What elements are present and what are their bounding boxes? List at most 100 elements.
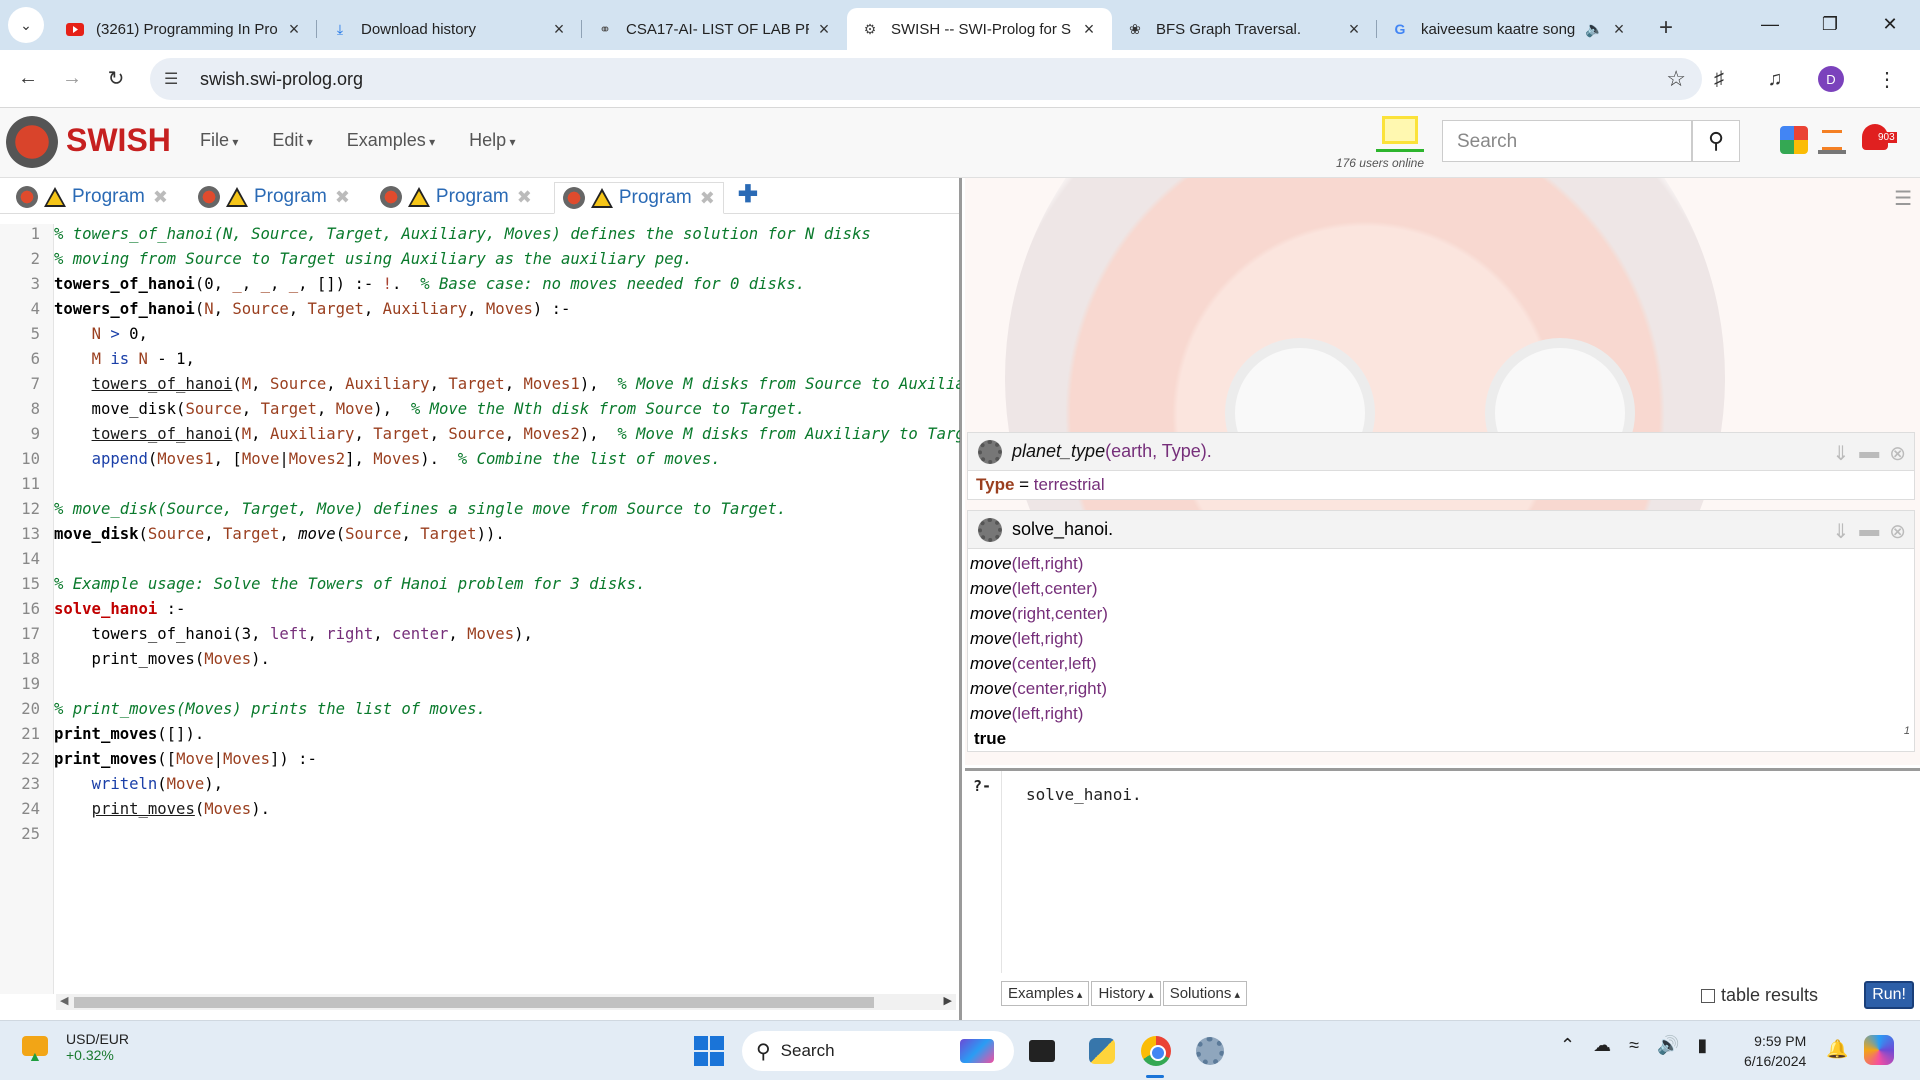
- settings-app-icon[interactable]: [1190, 1031, 1230, 1071]
- battery-icon[interactable]: ▮: [1697, 1035, 1707, 1056]
- reload-icon[interactable]: ↻: [94, 57, 138, 101]
- close-tab-icon[interactable]: ×: [1610, 19, 1628, 40]
- close-tab-icon[interactable]: ×: [1345, 19, 1363, 40]
- solutions-button[interactable]: Solutions: [1162, 981, 1247, 1006]
- minimize-icon[interactable]: —: [1740, 0, 1800, 48]
- notification-icon[interactable]: 🔔: [1826, 1039, 1848, 1060]
- tab-program[interactable]: Program ✖: [8, 181, 176, 213]
- browser-tab[interactable]: (3261) Programming In Pro ×: [52, 8, 317, 50]
- chevron-up-icon[interactable]: ⌃: [1560, 1035, 1575, 1056]
- taskbar-search[interactable]: ⚲ Search: [742, 1031, 1014, 1071]
- new-tab-button[interactable]: +: [1648, 10, 1684, 46]
- restore-icon[interactable]: ❐: [1800, 0, 1860, 48]
- search-icon: ⚲: [756, 1040, 771, 1063]
- hamburger-icon[interactable]: ☰: [1894, 186, 1912, 211]
- clock[interactable]: 9:59 PM 6/16/2024: [1744, 1031, 1806, 1071]
- menu-kebab-icon[interactable]: ⋮: [1866, 58, 1908, 100]
- menu-edit[interactable]: Edit: [272, 130, 312, 151]
- gear-icon[interactable]: [978, 517, 1002, 542]
- site-info-icon[interactable]: ☰: [164, 69, 186, 89]
- camera-app-icon[interactable]: [1022, 1031, 1062, 1071]
- answer-block: planet_type (earth, Type). ⇓ ▬ ⊗ Type = t…: [967, 432, 1915, 500]
- scroll-left-icon[interactable]: ◀: [60, 994, 68, 1007]
- swish-logo-text[interactable]: SWISH: [66, 122, 171, 159]
- horizontal-scrollbar[interactable]: ◀ ▶: [56, 994, 956, 1010]
- browser-tab-active[interactable]: ⚙ SWISH -- SWI-Prolog for S ×: [847, 8, 1112, 50]
- tab-search-button[interactable]: ⌄: [8, 7, 44, 43]
- browser-tab[interactable]: ⚭ CSA17-AI- LIST OF LAB PR ×: [582, 8, 847, 50]
- windows-start-icon[interactable]: [694, 1036, 724, 1066]
- notification-bell-icon[interactable]: 903: [1862, 124, 1902, 158]
- close-icon[interactable]: ⊗: [1889, 519, 1906, 544]
- onedrive-icon[interactable]: ☁: [1593, 1035, 1611, 1056]
- address-bar[interactable]: ☰ swish.swi-prolog.org ☆: [150, 58, 1702, 100]
- query-pane: ?- solve_hanoi. Examples History Solutio…: [965, 768, 1920, 1020]
- close-window-icon[interactable]: ✕: [1860, 0, 1920, 48]
- owl-icon: [379, 186, 402, 208]
- search-icon[interactable]: ⚲: [1692, 120, 1740, 162]
- examples-button[interactable]: Examples: [1001, 981, 1090, 1006]
- menu-examples[interactable]: Examples: [347, 130, 435, 151]
- menu-file[interactable]: File: [200, 130, 238, 151]
- swish-logo[interactable]: [6, 116, 58, 168]
- browser-tab[interactable]: G kaiveesum kaatre song 🔈 ×: [1377, 8, 1642, 50]
- gear-icon[interactable]: [978, 439, 1002, 464]
- bookmark-star-icon[interactable]: ☆: [1666, 66, 1686, 92]
- query-prompt: ?-: [973, 777, 992, 795]
- profile-avatar[interactable]: D: [1810, 58, 1852, 100]
- close-icon[interactable]: ✖: [517, 187, 532, 208]
- forward-icon[interactable]: →: [50, 57, 94, 101]
- scroll-right-icon[interactable]: ▶: [944, 994, 952, 1007]
- download-icon[interactable]: ⇓: [1832, 441, 1849, 466]
- download-icon[interactable]: ⇓: [1832, 519, 1849, 544]
- minimize-icon[interactable]: ▬: [1859, 519, 1879, 544]
- table-results-checkbox[interactable]: [1700, 988, 1715, 1003]
- output-line: move(left,center): [970, 579, 1098, 598]
- menu-help[interactable]: Help: [469, 130, 515, 151]
- back-icon[interactable]: ←: [6, 57, 50, 101]
- answer-block: solve_hanoi. ⇓ ▬ ⊗ move(left,right) move…: [967, 510, 1915, 752]
- run-button[interactable]: Run!: [1864, 981, 1914, 1009]
- close-tab-icon[interactable]: ×: [815, 19, 833, 40]
- close-icon[interactable]: ✖: [153, 187, 168, 208]
- tab-program[interactable]: Program ✖: [190, 181, 358, 213]
- table-results-toggle[interactable]: table results: [1700, 985, 1818, 1006]
- close-tab-icon[interactable]: ×: [285, 19, 303, 40]
- query-header[interactable]: solve_hanoi. ⇓ ▬ ⊗: [968, 511, 1914, 549]
- openai-icon: ❀: [1129, 20, 1141, 37]
- scrollbar-thumb[interactable]: [74, 997, 874, 1008]
- close-tab-icon[interactable]: ×: [550, 19, 568, 40]
- wifi-icon[interactable]: ≈: [1629, 1035, 1639, 1056]
- python-app-icon[interactable]: [1082, 1031, 1122, 1071]
- google-login-icon[interactable]: [1780, 126, 1808, 154]
- speaker-icon[interactable]: 🔈: [1585, 20, 1604, 38]
- users-online[interactable]: 176 users online: [1324, 116, 1424, 170]
- browser-tab[interactable]: ❀ BFS Graph Traversal. ×: [1112, 8, 1377, 50]
- ticker-widget[interactable]: USD/EUR +0.32%: [22, 1031, 129, 1064]
- copilot-icon[interactable]: [1864, 1035, 1894, 1065]
- query-header[interactable]: planet_type (earth, Type). ⇓ ▬ ⊗: [968, 433, 1914, 471]
- chevron-down-icon: ⌄: [20, 16, 32, 33]
- system-tray: ⌃ ☁ ≈ 🔊 ▮: [1560, 1035, 1707, 1056]
- code-editor[interactable]: 1% towers_of_hanoi(N, Source, Target, Au…: [0, 222, 960, 847]
- tab-program[interactable]: Program ✖: [372, 181, 540, 213]
- url-text[interactable]: swish.swi-prolog.org: [200, 69, 363, 90]
- google-icon: G: [1394, 21, 1406, 37]
- add-tab-icon[interactable]: ✚: [738, 180, 758, 209]
- stackoverflow-icon[interactable]: [1818, 126, 1846, 154]
- history-button[interactable]: History: [1091, 981, 1161, 1006]
- extensions-icon[interactable]: ♯: [1698, 58, 1740, 100]
- minimize-icon[interactable]: ▬: [1859, 441, 1879, 466]
- browser-tab[interactable]: ⤓ Download history ×: [317, 8, 582, 50]
- close-tab-icon[interactable]: ×: [1080, 19, 1098, 40]
- volume-icon[interactable]: 🔊: [1657, 1035, 1679, 1056]
- chrome-app-icon[interactable]: [1136, 1031, 1176, 1071]
- search-input[interactable]: Search: [1442, 120, 1692, 162]
- close-icon[interactable]: ✖: [335, 187, 350, 208]
- windows-taskbar: USD/EUR +0.32% ⚲ Search ⌃ ☁ ≈ 🔊 ▮ 9:59 P…: [0, 1020, 1920, 1080]
- query-editor[interactable]: solve_hanoi.: [1001, 771, 1917, 973]
- tab-program-active[interactable]: Program ✖: [553, 182, 724, 214]
- media-control-icon[interactable]: ♫: [1754, 58, 1796, 100]
- close-icon[interactable]: ✖: [700, 188, 715, 209]
- close-icon[interactable]: ⊗: [1889, 441, 1906, 466]
